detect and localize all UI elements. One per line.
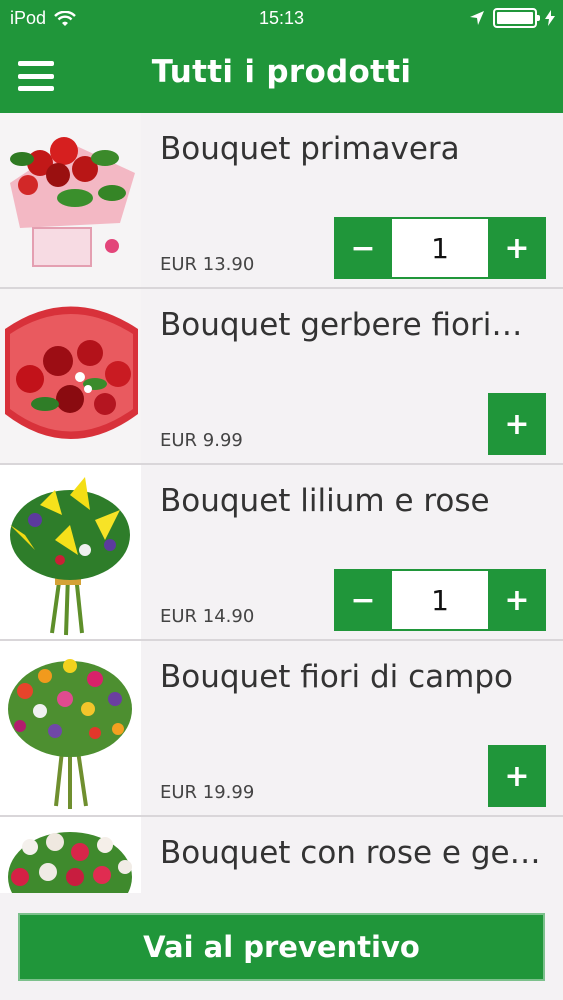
quantity-stepper: − 1 + — [334, 569, 546, 631]
location-arrow-icon — [470, 11, 484, 25]
quantity-stepper: − 1 + — [334, 217, 546, 279]
product-image-bouquet-gerbere — [0, 289, 141, 463]
product-image-bouquet-primavera — [0, 113, 141, 287]
product-item[interactable]: Bouquet fiori di campo EUR 19.99 + — [0, 641, 563, 817]
product-list[interactable]: Bouquet primavera EUR 13.90 − 1 + Bouque… — [0, 113, 563, 893]
product-price: EUR 14.90 — [160, 606, 255, 627]
decrease-quantity-button[interactable]: − — [334, 569, 392, 631]
battery-icon — [493, 8, 540, 28]
navigation-bar: Tutti i prodotti — [0, 40, 563, 113]
increase-quantity-button[interactable]: + — [488, 569, 546, 631]
product-name: Bouquet gerbere fiori… — [160, 307, 523, 343]
product-name: Bouquet con rose e ge… — [160, 835, 541, 871]
quantity-stepper: + — [488, 745, 546, 807]
product-item[interactable]: Bouquet lilium e rose EUR 14.90 − 1 + — [0, 465, 563, 641]
decrease-quantity-button[interactable]: − — [334, 217, 392, 279]
product-image-bouquet-rose — [0, 817, 141, 893]
product-price: EUR 9.99 — [160, 430, 243, 451]
product-price: EUR 19.99 — [160, 782, 255, 803]
add-to-quote-button[interactable]: + — [488, 745, 546, 807]
battery-fill — [497, 12, 533, 24]
page-title: Tutti i prodotti — [151, 54, 412, 90]
bottom-action-bar: Vai al preventivo — [0, 893, 563, 1000]
product-item[interactable]: Bouquet con rose e ge… — [0, 817, 563, 893]
product-item[interactable]: Bouquet primavera EUR 13.90 − 1 + — [0, 113, 563, 289]
product-name: Bouquet lilium e rose — [160, 483, 490, 519]
go-to-quote-button[interactable]: Vai al preventivo — [18, 913, 545, 981]
quantity-value: 1 — [392, 217, 488, 279]
product-name: Bouquet fiori di campo — [160, 659, 514, 695]
quantity-stepper: + — [488, 393, 546, 455]
status-bar: iPod 15:13 — [0, 0, 563, 40]
add-to-quote-button[interactable]: + — [488, 393, 546, 455]
product-image-bouquet-lilium-rose — [0, 465, 141, 639]
product-image-bouquet-fiori-di-campo — [0, 641, 141, 815]
product-price: EUR 13.90 — [160, 254, 255, 275]
quantity-value: 1 — [392, 569, 488, 631]
charging-bolt-icon — [545, 10, 555, 26]
product-item[interactable]: Bouquet gerbere fiori… EUR 9.99 + — [0, 289, 563, 465]
increase-quantity-button[interactable]: + — [488, 217, 546, 279]
product-name: Bouquet primavera — [160, 131, 460, 167]
